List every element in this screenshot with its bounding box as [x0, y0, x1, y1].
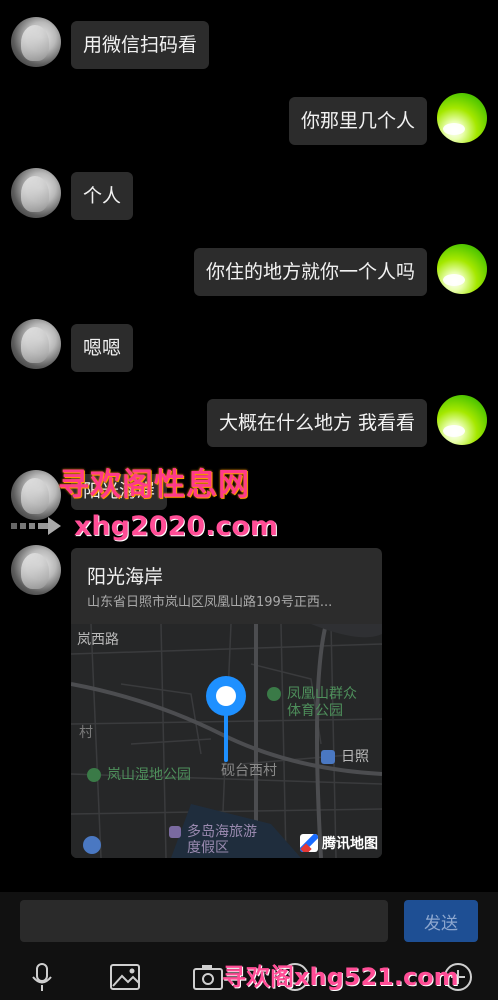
watermark-text: 寻欢阁性息网 — [58, 467, 250, 503]
airport-icon — [83, 836, 101, 854]
watermark-url: 寻欢阁xhg521.com — [222, 963, 459, 991]
message-bubble[interactable]: 大概在什么地方 我看看 — [206, 399, 427, 447]
contact-avatar[interactable] — [11, 17, 61, 67]
message-bubble[interactable]: 嗯嗯 — [71, 324, 134, 372]
map-label: 村 — [79, 725, 93, 741]
contact-avatar[interactable] — [11, 545, 61, 595]
map-label: 砚台西村 — [221, 763, 277, 779]
arrow-watermark-icon — [11, 517, 61, 535]
send-button[interactable]: 发送 — [404, 900, 478, 942]
mic-icon[interactable] — [25, 960, 59, 994]
camera-icon[interactable] — [191, 960, 225, 994]
location-title: 阳光海岸 — [87, 566, 164, 588]
message-bubble[interactable]: 你住的地方就你一个人吗 — [193, 248, 427, 296]
map-label: 多岛海旅游 度假区 — [169, 824, 257, 856]
contact-avatar[interactable] — [11, 319, 61, 369]
message-input[interactable] — [20, 900, 388, 942]
map-label: 日照 — [321, 746, 369, 766]
tencent-map-logo-icon — [300, 834, 318, 852]
message-bubble[interactable]: 个人 — [71, 172, 134, 220]
map-label: 岚西路 — [77, 632, 119, 648]
map-label: 凤凰山群众 体育公园 — [267, 686, 357, 720]
map-preview[interactable]: 岚西路 凤凰山群众 体育公园 村 日照 岚山湿地公园 砚台西村 多岛海旅游 度假… — [71, 624, 382, 858]
location-pin-icon — [206, 676, 246, 762]
my-avatar[interactable] — [437, 244, 487, 294]
message-bubble[interactable]: 你那里几个人 — [288, 97, 427, 145]
map-label: 岚山湿地公园 — [87, 764, 191, 784]
location-address: 山东省日照市岚山区凤凰山路199号正西... — [87, 595, 333, 610]
location-card[interactable]: 阳光海岸 山东省日照市岚山区凤凰山路199号正西... 岚西路 凤凰山群众 体育… — [71, 548, 382, 858]
watermark-url: xhg2020.com — [74, 511, 279, 542]
my-avatar[interactable] — [437, 93, 487, 143]
message-bubble[interactable]: 用微信扫码看 — [71, 21, 210, 69]
my-avatar[interactable] — [437, 395, 487, 445]
contact-avatar[interactable] — [11, 470, 61, 520]
map-brand: 腾讯地图 — [300, 833, 378, 853]
image-icon[interactable] — [108, 960, 142, 994]
contact-avatar[interactable] — [11, 168, 61, 218]
